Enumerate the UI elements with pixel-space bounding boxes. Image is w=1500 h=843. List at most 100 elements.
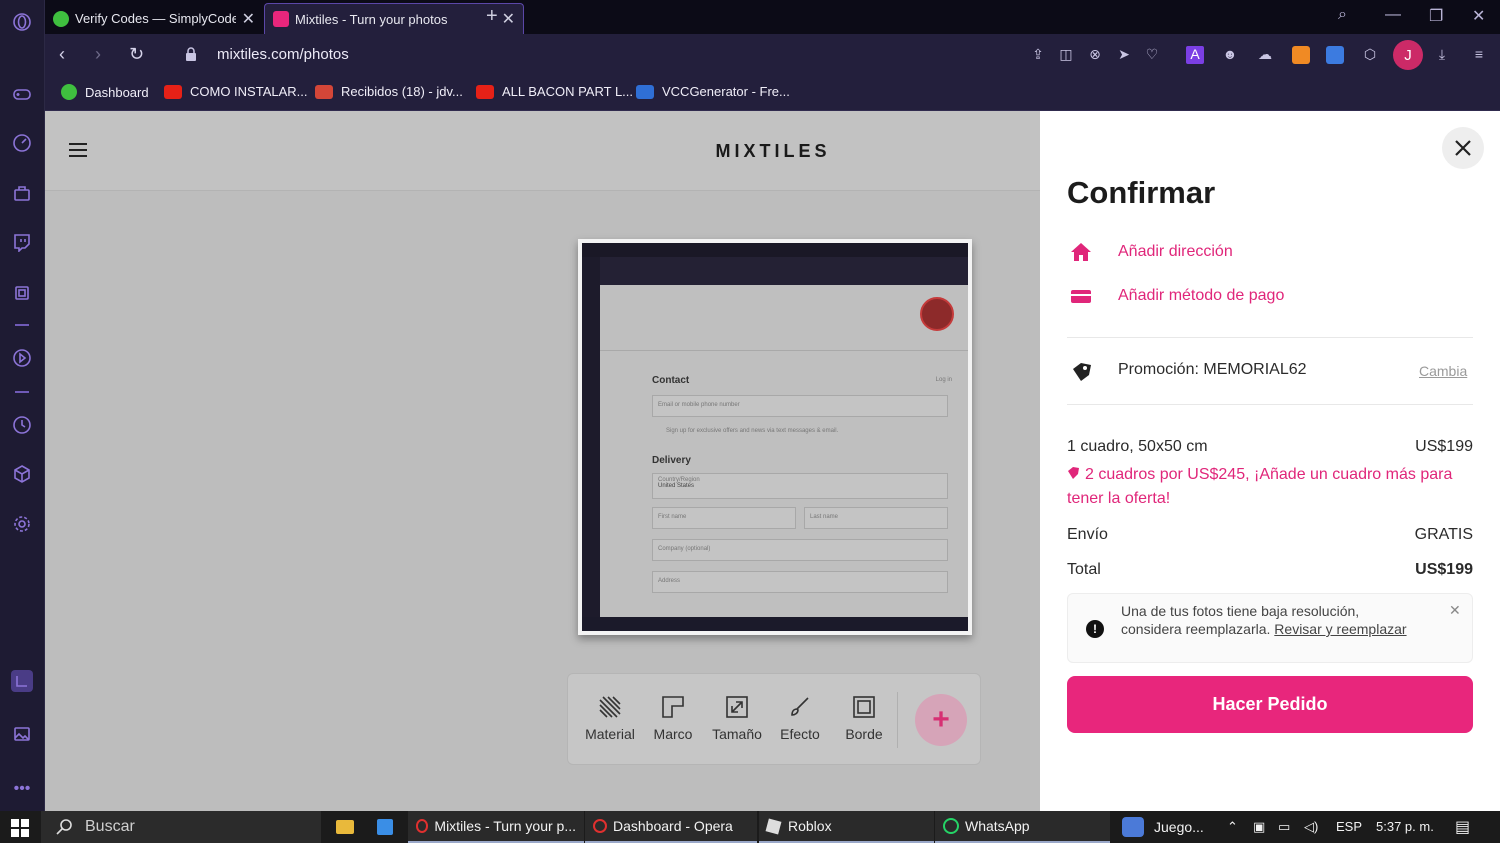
screenshot-taskbar (582, 617, 968, 631)
reload-icon[interactable]: ↻ (129, 44, 144, 65)
taskbar-app-whatsapp[interactable]: WhatsApp (935, 811, 1110, 843)
box-icon[interactable]: ⬡ (1361, 46, 1379, 64)
settings-gear-icon[interactable] (11, 513, 33, 535)
bookmark-item[interactable]: VCCGenerator - Fre... (636, 84, 790, 99)
close-panel-button[interactable] (1442, 127, 1484, 169)
divider (1067, 337, 1473, 338)
file-explorer-icon[interactable] (336, 811, 354, 843)
bag-icon[interactable] (11, 182, 33, 204)
robot-icon[interactable]: ☻ (1221, 46, 1239, 64)
tool-material[interactable]: Material (580, 694, 640, 742)
url-field[interactable]: mixtiles.com/photos (217, 46, 349, 63)
clock[interactable]: 5:37 p. m. (1376, 819, 1434, 834)
add-address-link[interactable]: Añadir dirección (1070, 241, 1233, 263)
place-order-button[interactable]: Hacer Pedido (1067, 676, 1473, 733)
change-promo-link[interactable]: Cambia (1419, 363, 1467, 379)
taskbar-widget-game[interactable]: Juego... (1122, 811, 1204, 843)
gamepad-icon[interactable] (11, 83, 33, 105)
screenshot-tabbar (582, 243, 968, 257)
lock-icon (186, 47, 196, 61)
share-icon[interactable]: ⇪ (1029, 46, 1047, 64)
taskbar-app-opera[interactable]: Dashboard - Opera (585, 811, 757, 843)
player-icon[interactable] (11, 347, 33, 369)
roblox-icon (765, 818, 782, 834)
close-window-icon[interactable]: ✕ (1472, 6, 1485, 26)
youtube-icon (476, 84, 494, 99)
device-icon[interactable]: ▣ (1253, 819, 1265, 835)
translate-icon[interactable] (1326, 46, 1344, 64)
bookmark-label: Dashboard (85, 84, 149, 100)
twitch-icon[interactable] (11, 231, 33, 253)
dismiss-notice-icon[interactable]: ✕ (1449, 602, 1461, 619)
new-tab-icon[interactable]: + (486, 5, 498, 28)
screenshot-company: Company (optional) (652, 539, 948, 561)
mixtiles-icon (273, 11, 289, 27)
cube-icon[interactable] (11, 463, 33, 485)
show-hidden-icons-icon[interactable]: ⌃ (1227, 819, 1238, 835)
tool-border[interactable]: Borde (834, 694, 894, 742)
back-icon[interactable]: ‹ (59, 44, 65, 65)
tool-effect[interactable]: Efecto (770, 694, 830, 742)
tool-label: Material (585, 726, 635, 742)
review-replace-link[interactable]: Revisar y reemplazar (1274, 621, 1406, 637)
low-resolution-notice: ! Una de tus fotos tiene baja resolución… (1067, 593, 1473, 663)
bookmark-item[interactable]: COMO INSTALAR... (164, 84, 308, 99)
workspace-icon[interactable] (11, 670, 33, 692)
chip-icon[interactable] (11, 282, 33, 304)
tab-title: Verify Codes — SimplyCode (75, 11, 236, 26)
search-tabs-icon[interactable]: ⌕ (1338, 6, 1347, 24)
bookmark-item[interactable]: Recibidos (18) - jdv... (315, 84, 463, 99)
extension-a-icon[interactable]: A (1186, 46, 1204, 64)
sidebar-divider (15, 391, 29, 393)
border-icon (853, 696, 875, 718)
add-payment-link[interactable]: Añadir método de pago (1070, 285, 1284, 307)
easy-setup-icon[interactable]: ≡ (1470, 46, 1488, 64)
add-tile-button[interactable]: + (915, 694, 967, 746)
opera-logo-icon[interactable] (11, 11, 33, 33)
bookmark-item[interactable]: Dashboard (61, 84, 149, 100)
tool-size[interactable]: Tamaño (707, 694, 767, 742)
close-tab-icon[interactable]: ✕ (242, 9, 255, 29)
bookmark-label: COMO INSTALAR... (190, 84, 308, 99)
tab-mixtiles[interactable]: Mixtiles - Turn your photos ✕ (264, 3, 524, 34)
vcc-icon (636, 84, 654, 99)
profile-avatar[interactable]: J (1393, 40, 1423, 70)
restore-icon[interactable]: ❐ (1429, 6, 1443, 26)
heart-icon[interactable]: ♡ (1143, 46, 1161, 64)
speedometer-icon[interactable] (11, 132, 33, 154)
screenshot-email-input: Email or mobile phone number (652, 395, 948, 417)
network-icon[interactable]: ▭ (1278, 819, 1290, 835)
screenshot-address: Address (652, 571, 948, 593)
more-icon[interactable]: ••• (11, 778, 33, 800)
notifications-icon[interactable]: ▤ (1455, 817, 1470, 837)
taskbar-app-mixtiles[interactable]: Mixtiles - Turn your p... (408, 811, 584, 843)
taskbar-app-label: Roblox (788, 818, 832, 834)
shipping-value: GRATIS (1414, 526, 1473, 543)
forward-icon[interactable]: › (95, 44, 101, 65)
taskbar-search[interactable]: Buscar (41, 811, 321, 843)
volume-icon[interactable]: ◁) (1304, 819, 1318, 835)
close-tab-icon[interactable]: ✕ (502, 9, 515, 29)
gallery-icon[interactable] (11, 723, 33, 745)
send-icon[interactable]: ➤ (1115, 46, 1133, 64)
photo-tile[interactable]: Contact Log in Email or mobile phone num… (578, 239, 972, 635)
screenshot-login-link: Log in (935, 377, 952, 383)
taskbar-app-roblox[interactable]: Roblox (759, 811, 934, 843)
extension-orange-icon[interactable] (1292, 46, 1310, 64)
panel-title: Confirmar (1067, 175, 1216, 210)
language-indicator[interactable]: ESP (1336, 819, 1362, 834)
tool-frame[interactable]: Marco (643, 694, 703, 742)
screenshot-delivery-heading: Delivery (652, 455, 691, 466)
tag-icon (1073, 363, 1091, 381)
minimize-icon[interactable]: — (1385, 6, 1401, 24)
store-icon[interactable] (377, 811, 393, 843)
cloud-icon[interactable]: ☁ (1256, 46, 1274, 64)
tab-verify-codes[interactable]: Verify Codes — SimplyCode ✕ (45, 3, 263, 34)
adblock-icon[interactable]: ⊗ (1086, 46, 1104, 64)
download-icon[interactable]: ⤓ (1433, 46, 1451, 64)
bookmark-item[interactable]: ALL BACON PART L... (476, 84, 633, 99)
windows-start-icon[interactable] (11, 819, 29, 837)
camera-icon[interactable]: ◫ (1057, 46, 1075, 64)
history-icon[interactable] (11, 414, 33, 436)
taskbar-app-label: WhatsApp (965, 818, 1030, 834)
